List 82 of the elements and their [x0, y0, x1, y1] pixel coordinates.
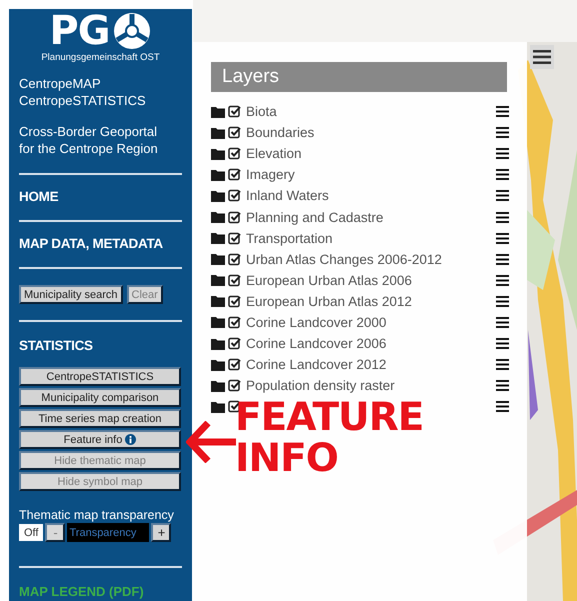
menu-icon[interactable] [496, 254, 509, 265]
layer-name[interactable]: Elevation [246, 146, 302, 162]
folder-icon [211, 106, 225, 118]
layers-title: Layers [211, 62, 507, 92]
layer-name[interactable]: Inland Waters [246, 188, 329, 204]
menu-icon[interactable] [496, 169, 509, 180]
statistics-button[interactable]: Municipality comparison [19, 388, 181, 407]
folder-icon [211, 358, 225, 371]
checkbox[interactable] [228, 147, 241, 160]
folder-icon [211, 148, 225, 160]
transparency-label: Thematic map transparency [19, 508, 174, 522]
layer-name[interactable]: Biota [246, 104, 277, 120]
statistics-button[interactable]: Time series map creation [19, 409, 181, 428]
menu-icon[interactable] [496, 316, 509, 328]
nav-link[interactable]: HOME [19, 189, 58, 204]
checkbox[interactable] [228, 379, 241, 392]
logo-subtitle: Planungsgemeinschaft OST [41, 52, 160, 63]
annotation-text: FEATURE [235, 397, 424, 438]
layer-name[interactable]: Corine Landcover 2012 [246, 357, 386, 372]
folder-icon [211, 295, 225, 308]
menu-icon[interactable] [496, 232, 509, 244]
menu-icon[interactable] [496, 127, 509, 138]
checkbox[interactable] [228, 294, 241, 308]
intro-text: CentropeMAP [19, 75, 101, 92]
menu-icon[interactable] [496, 148, 509, 160]
menu-button[interactable] [530, 45, 554, 69]
intro-text: Cross-Border Geoportal [19, 123, 157, 140]
menu-icon[interactable] [496, 212, 509, 223]
increase-button[interactable]: + [151, 523, 172, 542]
menu-icon[interactable] [496, 190, 509, 202]
arrow-icon [186, 421, 236, 463]
layer-name[interactable]: Boundaries [246, 125, 314, 140]
folder-icon [211, 168, 225, 181]
checkbox[interactable] [228, 358, 241, 372]
checkbox[interactable] [228, 168, 241, 182]
checkbox[interactable] [228, 337, 241, 350]
statistics-heading: STATISTICS [19, 338, 93, 353]
checkbox[interactable] [228, 189, 241, 202]
folder-icon [211, 316, 225, 328]
nav-link[interactable]: MAP DATA, METADATA [19, 236, 163, 251]
folder-icon [211, 274, 225, 286]
statistics-button[interactable]: Feature info [19, 430, 181, 449]
annotation-text: INFO [235, 438, 338, 479]
folder-icon [211, 253, 225, 266]
checkbox[interactable] [228, 126, 241, 140]
menu-icon[interactable] [496, 106, 509, 118]
checkbox[interactable] [228, 316, 241, 329]
logo-text: PG [49, 13, 110, 49]
checkbox[interactable] [228, 274, 241, 287]
menu-icon[interactable] [496, 338, 509, 350]
menu-icon[interactable] [496, 274, 509, 286]
intro-text: CentropeSTATISTICS [19, 92, 146, 109]
menu-icon[interactable] [496, 380, 509, 392]
folder-icon [211, 190, 225, 202]
transparency-field[interactable]: Transparency [67, 523, 150, 542]
layer-name[interactable]: Population density raster [246, 378, 395, 394]
statistics-button[interactable]: CentropeSTATISTICS [19, 367, 181, 386]
layer-name[interactable]: Corine Landcover 2006 [246, 336, 386, 352]
layer-name[interactable]: Urban Atlas Changes 2006-2012 [246, 252, 442, 267]
folder-icon [211, 232, 225, 244]
folder-icon [211, 126, 225, 139]
layer-name[interactable]: Corine Landcover 2000 [246, 314, 386, 330]
municipality-search-button[interactable]: Municipality search [19, 285, 123, 304]
intro-text: for the Centrope Region [19, 140, 158, 157]
layer-name[interactable]: European Urban Atlas 2006 [246, 272, 412, 288]
folder-icon [211, 338, 225, 350]
layer-name[interactable]: European Urban Atlas 2012 [246, 294, 412, 309]
menu-icon[interactable] [496, 359, 509, 370]
menu-icon[interactable] [496, 296, 509, 307]
checkbox[interactable] [228, 232, 241, 245]
checkbox[interactable] [228, 105, 241, 118]
off-button[interactable]: Off [19, 524, 44, 541]
menu-icon[interactable] [496, 401, 509, 412]
checkbox[interactable] [228, 252, 241, 266]
layer-name[interactable]: Planning and Cadastre [246, 210, 384, 225]
folder-icon [211, 211, 225, 224]
folder-icon [211, 380, 225, 392]
folder-icon [211, 400, 225, 413]
checkbox[interactable] [228, 210, 241, 224]
info-icon [125, 434, 136, 445]
layer-name[interactable]: Transportation [246, 230, 333, 246]
layer-name[interactable]: Imagery [246, 167, 295, 182]
